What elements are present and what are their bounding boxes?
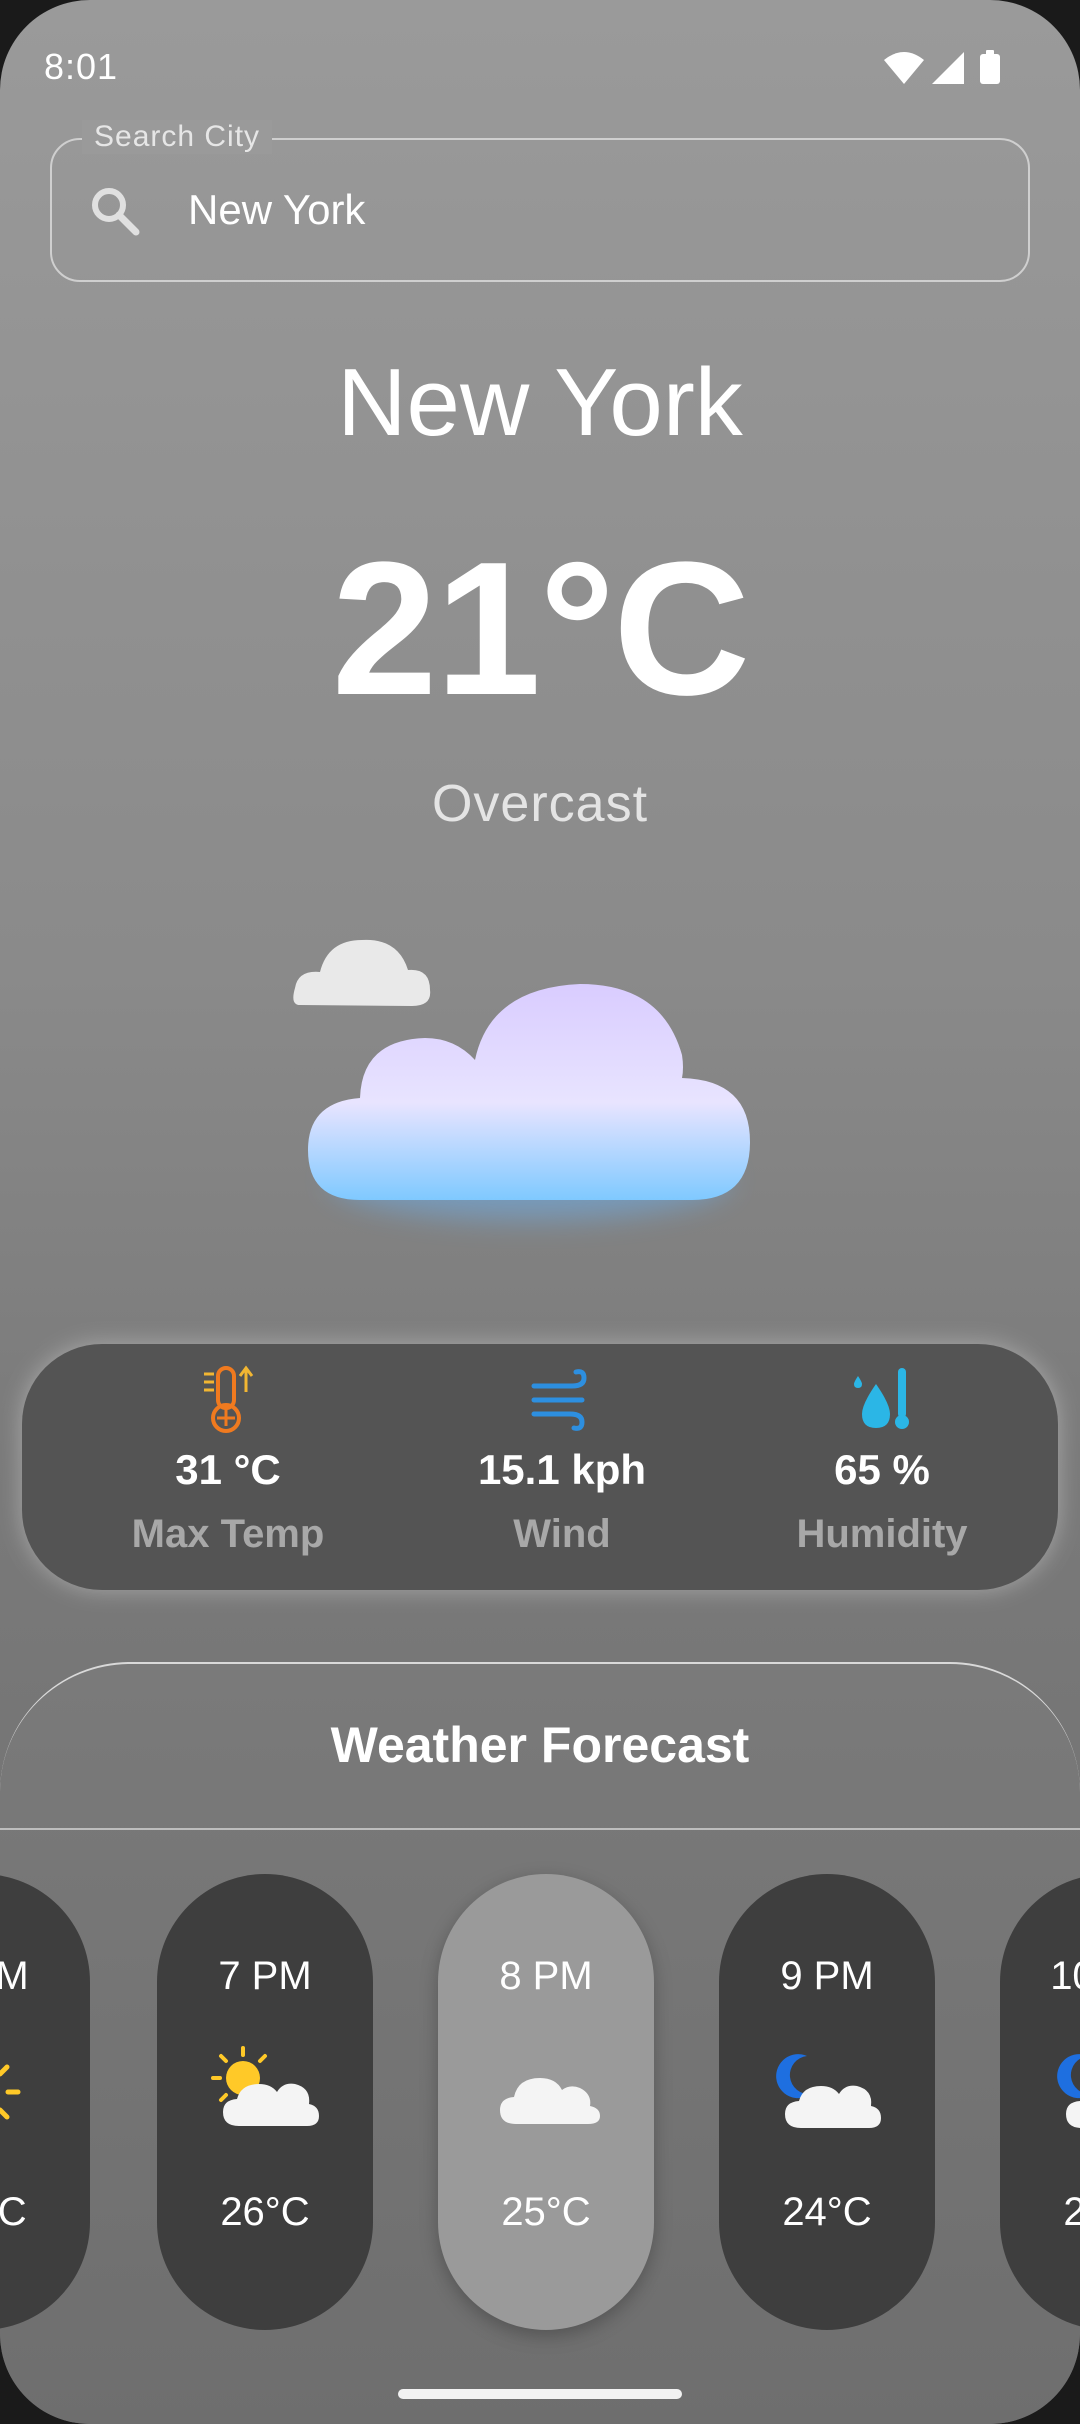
forecast-hour-card-selected[interactable]: 8 PM 25°C: [438, 1874, 654, 2330]
search-city-input[interactable]: New York: [188, 186, 365, 234]
forecast-divider: [0, 1828, 1080, 1830]
overcast-cloud-icon: [293, 939, 750, 1220]
max-temp-label: Max Temp: [131, 1512, 325, 1556]
forecast-hour-temp: 24°C: [782, 2190, 872, 2234]
home-indicator[interactable]: [398, 2389, 682, 2399]
humidity-label: Humidity: [796, 1512, 968, 1556]
stat-wind: 15.1 kph Wind: [412, 1344, 712, 1590]
forecast-hour-time: 6 PM: [0, 1954, 90, 1999]
sunny-icon: [0, 2064, 21, 2120]
wind-label: Wind: [513, 1512, 611, 1556]
cellular-signal-icon: [932, 52, 964, 84]
search-city-field[interactable]: Search City New York: [50, 120, 1030, 282]
stat-max-temp: 31 °C Max Temp: [78, 1344, 378, 1590]
forecast-hour-time: 9 PM: [780, 1954, 874, 1998]
night-cloud-icon: [776, 2054, 881, 2128]
forecast-panel: Weather Forecast 6 PM 27°C: [0, 1662, 1080, 2424]
current-temperature: 21°C: [331, 523, 751, 735]
city-name: New York: [337, 349, 743, 456]
status-icons: [884, 50, 1000, 84]
status-time: 8:01: [44, 46, 119, 87]
weather-condition: Overcast: [431, 775, 649, 833]
forecast-hour-temp: 26°C: [220, 2190, 310, 2234]
forecast-hour-time: 10 PM: [1050, 1954, 1080, 1998]
forecast-hour-time: 8 PM: [499, 1954, 593, 1998]
cloud-icon: [500, 2078, 600, 2124]
max-temp-value: 31 °C: [175, 1446, 281, 1493]
wind-icon: [531, 1369, 587, 1431]
night-cloud-icon: [1057, 2054, 1080, 2128]
humidity-icon: [854, 1368, 909, 1429]
hourly-forecast-list[interactable]: 6 PM 27°C 7 PM: [0, 1874, 1080, 2334]
forecast-hour-card[interactable]: 7 PM 26°C: [157, 1874, 373, 2330]
humidity-value: 65 %: [834, 1446, 930, 1493]
forecast-title: Weather Forecast: [330, 1717, 750, 1773]
wind-value: 15.1 kph: [477, 1446, 647, 1493]
status-bar: 8:01: [0, 0, 1080, 130]
forecast-hour-temp: 27°C: [0, 2190, 27, 2234]
forecast-hour-card[interactable]: 6 PM 27°C: [0, 1874, 90, 2330]
battery-icon: [980, 54, 1000, 84]
search-icon[interactable]: [88, 184, 142, 238]
weather-app-screen: 8:01 Search City New York New York 21°C …: [0, 0, 1080, 2424]
weather-stats-card: 31 °C Max Temp 15.1 kph Wind 65 % Humidi…: [22, 1344, 1058, 1590]
max-temperature-icon: [204, 1365, 254, 1433]
partly-sunny-icon: [211, 2046, 319, 2126]
forecast-hour-temp: 23°C: [1000, 2190, 1080, 2235]
forecast-hour-card[interactable]: 9 PM 24°C: [719, 1874, 935, 2330]
forecast-hour-temp: 25°C: [501, 2190, 591, 2234]
forecast-hour-card[interactable]: 10 PM 23°C: [1000, 1874, 1080, 2330]
wifi-icon: [884, 52, 924, 84]
search-city-label: Search City: [82, 120, 273, 154]
forecast-hour-time: 7 PM: [218, 1954, 312, 1998]
stat-humidity: 65 % Humidity: [732, 1344, 1032, 1590]
